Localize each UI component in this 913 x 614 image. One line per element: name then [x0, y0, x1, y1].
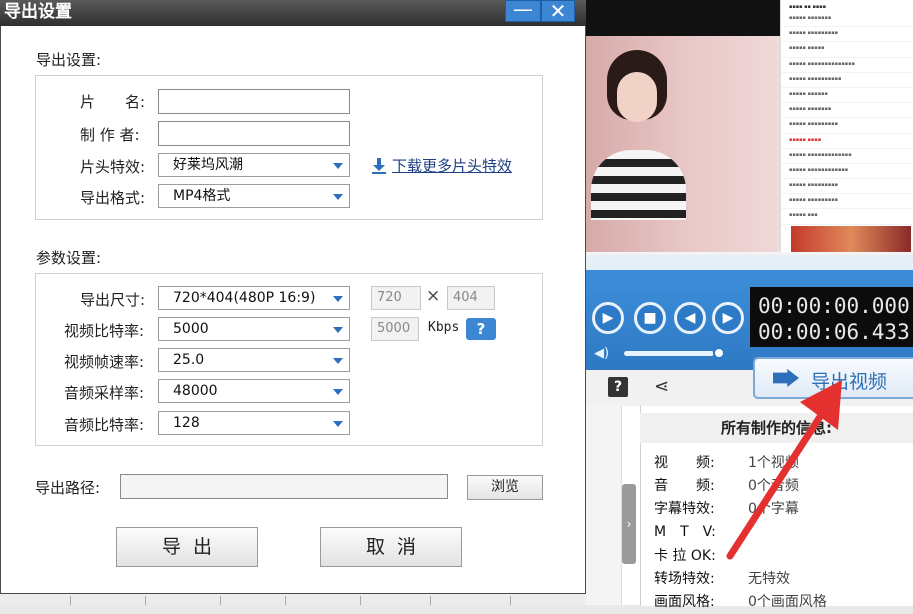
- info-value: 0个画面风格: [748, 594, 827, 610]
- stop-icon[interactable]: ■: [634, 302, 666, 334]
- chevron-down-icon: [333, 194, 343, 200]
- export-path-field[interactable]: [120, 474, 448, 499]
- chevron-down-icon: [333, 296, 343, 302]
- info-label: 转场特效:: [654, 571, 715, 587]
- share-icon[interactable]: ⋖: [654, 376, 669, 397]
- size-label: 导出尺寸:: [80, 291, 146, 309]
- timecode-total: 00:00:06.433: [758, 320, 910, 344]
- dialog-titlebar[interactable]: [0, 0, 586, 26]
- export-button[interactable]: 导出: [116, 527, 258, 567]
- help-icon[interactable]: ?: [466, 318, 496, 340]
- list-item[interactable]: ▪▪▪▪▪ ▪▪▪▪▪▪: [781, 88, 913, 104]
- format-label: 导出格式:: [80, 189, 146, 207]
- chevron-down-icon: [333, 163, 343, 169]
- playlist-banner: [791, 226, 911, 252]
- side-strip: [585, 406, 622, 605]
- volume-slider-handle[interactable]: [713, 347, 725, 359]
- intro-effect-value: 好莱坞风潮: [173, 157, 243, 173]
- name-field[interactable]: [158, 89, 350, 114]
- audio-sample-rate-label: 音频采样率:: [64, 384, 145, 402]
- chevron-down-icon: [333, 389, 343, 395]
- preview-person-face: [617, 72, 657, 122]
- timecode-display: 00:00:00.000 00:00:06.433: [750, 287, 913, 347]
- audio-bitrate-label: 音频比特率:: [64, 416, 145, 434]
- play-icon[interactable]: ▶: [592, 302, 624, 334]
- width-field: 720: [371, 286, 421, 310]
- intro-effect-label: 片头特效:: [80, 158, 146, 176]
- annotation-arrow: [726, 380, 842, 560]
- list-item[interactable]: ▪▪▪▪▪ ▪▪▪▪▪▪▪▪▪: [781, 118, 913, 134]
- volume-fill: [624, 351, 714, 356]
- timeline-divider: [220, 596, 221, 605]
- download-more-effects-link[interactable]: 下载更多片头特效: [392, 155, 512, 176]
- list-item[interactable]: ▪▪▪▪▪ ▪▪▪▪▪▪▪: [781, 103, 913, 119]
- list-item[interactable]: ▪▪▪▪▪ ▪▪▪▪▪▪▪▪▪▪▪▪▪: [781, 149, 913, 164]
- minimize-button[interactable]: —: [505, 0, 541, 22]
- format-value: MP4格式: [173, 188, 231, 204]
- next-frame-icon[interactable]: ▶: [712, 302, 744, 334]
- list-item[interactable]: ▪▪▪▪▪ ▪▪▪▪▪▪▪▪▪: [781, 194, 913, 210]
- video-playlist: ▪▪▪▪ ▪▪ ▪▪▪▪ ▪▪▪▪▪ ▪▪▪▪▪▪▪ ▪▪▪▪▪ ▪▪▪▪▪▪▪…: [780, 0, 913, 252]
- timeline-divider: [145, 596, 146, 605]
- video-preview: [585, 0, 780, 252]
- kbps-unit: Kbps: [428, 320, 460, 335]
- help-icon[interactable]: ?: [608, 377, 628, 397]
- timeline-divider: [510, 596, 511, 605]
- params-section-label: 参数设置:: [36, 249, 102, 267]
- frame-rate-select[interactable]: 25.0: [158, 348, 350, 372]
- info-value: 无特效: [748, 571, 790, 587]
- timecode-current: 00:00:00.000: [758, 294, 910, 318]
- video-bitrate-label: 视频比特率:: [64, 322, 145, 340]
- video-bitrate-value: 5000: [173, 321, 209, 337]
- timeline-divider: [285, 596, 286, 605]
- playlist-header: ▪▪▪▪ ▪▪ ▪▪▪▪: [789, 4, 827, 10]
- size-select[interactable]: 720*404(480P 16:9): [158, 286, 350, 310]
- audio-sample-rate-select[interactable]: 48000: [158, 379, 350, 403]
- timeline-divider: [70, 596, 71, 605]
- preview-person-shirt: [591, 150, 686, 220]
- list-item[interactable]: ▪▪▪▪▪ ▪▪▪▪: [781, 134, 913, 149]
- dialog-title: 导出设置: [4, 2, 72, 22]
- info-label: 画面风格:: [654, 594, 715, 610]
- prev-frame-icon[interactable]: ◀: [674, 302, 706, 334]
- author-label: 制 作 者:: [80, 126, 140, 144]
- list-item[interactable]: ▪▪▪▪▪ ▪▪▪▪▪▪▪▪▪▪▪▪: [781, 164, 913, 180]
- frame-rate-label: 视频帧速率:: [64, 353, 145, 371]
- video-bitrate-display: 5000: [371, 317, 419, 341]
- audio-sample-rate-value: 48000: [173, 383, 218, 399]
- download-icon[interactable]: [372, 158, 386, 174]
- chevron-right-icon[interactable]: ›: [622, 484, 636, 564]
- list-item[interactable]: ▪▪▪▪▪ ▪▪▪▪▪: [781, 42, 913, 58]
- video-bitrate-select[interactable]: 5000: [158, 317, 350, 341]
- player-top-band: [585, 252, 913, 270]
- list-item[interactable]: ▪▪▪▪▪ ▪▪▪: [781, 209, 913, 225]
- timeline-divider: [360, 596, 361, 605]
- chevron-down-icon: [333, 358, 343, 364]
- close-button[interactable]: ✕: [541, 0, 575, 22]
- list-item[interactable]: ▪▪▪▪▪ ▪▪▪▪▪▪▪▪▪: [781, 27, 913, 43]
- size-value: 720*404(480P 16:9): [173, 290, 316, 306]
- list-item[interactable]: ▪▪▪▪▪ ▪▪▪▪▪▪▪: [781, 12, 913, 28]
- export-path-label: 导出路径:: [35, 479, 101, 497]
- timeline-divider: [430, 596, 431, 605]
- list-item[interactable]: ▪▪▪▪▪ ▪▪▪▪▪▪▪▪▪: [781, 179, 913, 195]
- cancel-button[interactable]: 取消: [320, 527, 462, 567]
- audio-bitrate-select[interactable]: 128: [158, 411, 350, 435]
- name-label: 片 名:: [80, 93, 146, 111]
- list-item[interactable]: ▪▪▪▪▪ ▪▪▪▪▪▪▪▪▪▪▪▪▪▪: [781, 58, 913, 73]
- audio-bitrate-value: 128: [173, 415, 200, 431]
- height-field: 404: [447, 286, 495, 310]
- intro-effect-select[interactable]: 好莱坞风潮: [158, 153, 350, 177]
- chevron-down-icon: [333, 327, 343, 333]
- volume-icon[interactable]: ◀): [594, 346, 609, 361]
- times-icon: ×: [426, 286, 441, 306]
- export-section-label: 导出设置:: [36, 51, 102, 69]
- author-field[interactable]: [158, 121, 350, 146]
- format-select[interactable]: MP4格式: [158, 184, 350, 208]
- browse-button[interactable]: 浏览: [467, 475, 543, 500]
- frame-rate-value: 25.0: [173, 352, 205, 368]
- list-item[interactable]: ▪▪▪▪▪ ▪▪▪▪▪▪▪▪▪▪: [781, 73, 913, 88]
- chevron-down-icon: [333, 421, 343, 427]
